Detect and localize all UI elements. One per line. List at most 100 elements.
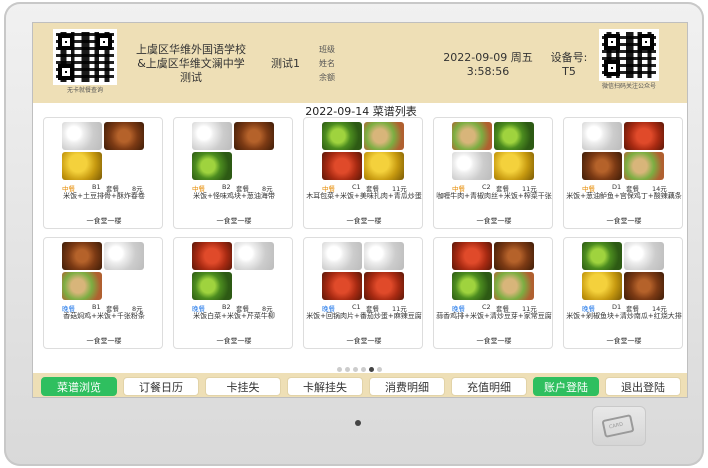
set-code: C1: [352, 303, 361, 311]
header-bar: 无卡就餐查询 上虞区华维外国语学校 &上虞区华维文澜中学 测试 测试1 班级 姓…: [33, 23, 687, 103]
school-line-2: &上虞区华维文澜中学: [137, 57, 245, 70]
dish-description: 米饭白菜+米饭+芹菜牛柳: [193, 312, 275, 320]
dish-photo: [452, 242, 492, 270]
nav-button[interactable]: 消费明细: [369, 377, 445, 396]
dish-photo: [582, 152, 622, 180]
dish-photo: [62, 152, 102, 180]
nav-button[interactable]: 卡解挂失: [287, 377, 363, 396]
canteen-location: 一食堂一楼: [476, 337, 512, 345]
nav-button[interactable]: 订餐日历: [123, 377, 199, 396]
dish-photo: [452, 272, 492, 300]
menu-card[interactable]: 中餐 C1 套餐 11元 木耳包菜+米饭+美味扎肉+青瓜炒蛋 一食堂一楼: [303, 117, 423, 229]
name-label: 姓名: [319, 59, 335, 68]
dish-photo: [62, 122, 102, 150]
dish-photo: [364, 122, 404, 150]
dish-description: 咖喱牛肉+青椒肉丝+米饭+榨菜干张: [436, 192, 552, 200]
dish-description: 米饭+土豆排骨+酥炸春卷: [63, 192, 145, 200]
page-dot[interactable]: [337, 367, 342, 372]
kiosk-screen: 无卡就餐查询 上虞区华维外国语学校 &上虞区华维文澜中学 测试 测试1 班级 姓…: [32, 22, 688, 398]
device-label: 设备号:: [550, 51, 588, 64]
device-value: T5: [562, 65, 576, 78]
query-qr-code: [53, 29, 117, 85]
set-code: D1: [612, 303, 622, 311]
menu-card[interactable]: 晚餐 B1 套餐 8元 香菇焖鸡+米饭+千张粉条 一食堂一楼: [43, 237, 163, 349]
set-code: B2: [222, 303, 231, 311]
canteen-location: 一食堂一楼: [86, 217, 122, 225]
page-dot[interactable]: [369, 367, 374, 372]
dish-photo: [452, 122, 492, 150]
time-text: 3:58:56: [466, 65, 510, 78]
device-number: 设备号: T5: [545, 51, 593, 79]
canteen-location: 一食堂一楼: [606, 337, 642, 345]
date-text: 2022-09-09 周五: [443, 51, 533, 64]
page-dot[interactable]: [361, 367, 366, 372]
dish-photo: [582, 272, 622, 300]
card-reader: CARD: [592, 406, 646, 446]
dish-photo: [322, 242, 362, 270]
school-line-3: 测试: [180, 71, 202, 84]
bottom-nav-bar: 菜谱浏览 订餐日历 卡挂失 卡解挂失 消费明细 充值明细 账户登陆 退出登陆: [33, 373, 687, 397]
page-dot[interactable]: [353, 367, 358, 372]
nav-button[interactable]: 充值明细: [451, 377, 527, 396]
dish-photo: [62, 242, 102, 270]
menu-card[interactable]: 晚餐 C1 套餐 11元 米饭+回锅肉片+番茄炒蛋+麻辣豆腐 一食堂一楼: [303, 237, 423, 349]
balance-label: 余额: [319, 73, 335, 82]
canteen-location: 一食堂一楼: [346, 337, 382, 345]
dish-description: 香菇焖鸡+米饭+千张粉条: [63, 312, 145, 320]
school-name: 上虞区华维外国语学校 &上虞区华维文澜中学 测试: [121, 43, 261, 85]
set-code: C2: [482, 303, 491, 311]
dish-description: 米饭+回锅肉片+番茄炒蛋+麻辣豆腐: [306, 312, 422, 320]
dish-photo: [322, 122, 362, 150]
dish-photo: [364, 242, 404, 270]
user-info-labels: 班级 姓名 余额: [319, 43, 335, 85]
dish-photo: [192, 242, 232, 270]
camera-lens: [355, 420, 361, 426]
dish-photo: [364, 152, 404, 180]
kiosk-device: 无卡就餐查询 上虞区华维外国语学校 &上虞区华维文澜中学 测试 测试1 班级 姓…: [4, 2, 704, 466]
user-name: 测试1: [271, 57, 300, 70]
dish-photo: [452, 152, 492, 180]
wechat-qr-code: [599, 29, 659, 81]
menu-card[interactable]: 晚餐 B2 套餐 8元 米饭白菜+米饭+芹菜牛柳 一食堂一楼: [173, 237, 293, 349]
dish-photo: [192, 152, 232, 180]
canteen-location: 一食堂一楼: [606, 217, 642, 225]
canteen-location: 一食堂一楼: [346, 217, 382, 225]
dish-photo: [624, 242, 664, 270]
menu-card[interactable]: 晚餐 D1 套餐 14元 米饭+剁椒鱼块+清炒南瓜+红烧大排 一食堂一楼: [563, 237, 683, 349]
dish-description: 木耳包菜+米饭+美味扎肉+青瓜炒蛋: [306, 192, 422, 200]
dish-photo: [322, 152, 362, 180]
nav-button[interactable]: 账户登陆: [533, 377, 599, 396]
menu-card[interactable]: 晚餐 C2 套餐 11元 蒜香鸡排+米饭+清炒豆芽+家常豆腐 一食堂一楼: [433, 237, 553, 349]
set-code: B1: [92, 183, 101, 191]
dish-photo: [494, 122, 534, 150]
menu-card[interactable]: 中餐 B1 套餐 8元 米饭+土豆排骨+酥炸春卷 一食堂一楼: [43, 117, 163, 229]
nav-button[interactable]: 卡挂失: [205, 377, 281, 396]
menu-card[interactable]: 中餐 D1 套餐 14元 米饭+葱油鲈鱼+宫保鸡丁+酸辣藕条 一食堂一楼: [563, 117, 683, 229]
canteen-location: 一食堂一楼: [216, 217, 252, 225]
nav-button[interactable]: 退出登陆: [605, 377, 681, 396]
dish-photo: [494, 152, 534, 180]
set-code: B2: [222, 183, 231, 191]
canteen-location: 一食堂一楼: [86, 337, 122, 345]
page-dot[interactable]: [377, 367, 382, 372]
dish-photo: [624, 122, 664, 150]
dish-photo: [494, 272, 534, 300]
dish-description: 米饭+怪味鸡块+葱油海带: [193, 192, 275, 200]
dish-photo: [582, 122, 622, 150]
nav-button[interactable]: 菜谱浏览: [41, 377, 117, 396]
dish-photo: [192, 122, 232, 150]
menu-card[interactable]: 中餐 C2 套餐 11元 咖喱牛肉+青椒肉丝+米饭+榨菜干张 一食堂一楼: [433, 117, 553, 229]
dish-photo: [624, 152, 664, 180]
page-dot[interactable]: [345, 367, 350, 372]
dish-description: 米饭+葱油鲈鱼+宫保鸡丁+酸辣藕条: [566, 192, 682, 200]
dish-photo: [234, 122, 274, 150]
canteen-location: 一食堂一楼: [216, 337, 252, 345]
canteen-location: 一食堂一楼: [476, 217, 512, 225]
dish-photo: [192, 272, 232, 300]
dish-photo: [624, 272, 664, 300]
set-code: C1: [352, 183, 361, 191]
menu-grid: 中餐 B1 套餐 8元 米饭+土豆排骨+酥炸春卷 一食堂一楼 中餐 B2 套餐 8元 米饭+怪味鸡块…: [43, 117, 683, 367]
dish-description: 蒜香鸡排+米饭+清炒豆芽+家常豆腐: [436, 312, 552, 320]
dish-photo: [62, 272, 102, 300]
menu-card[interactable]: 中餐 B2 套餐 8元 米饭+怪味鸡块+葱油海带 一食堂一楼: [173, 117, 293, 229]
